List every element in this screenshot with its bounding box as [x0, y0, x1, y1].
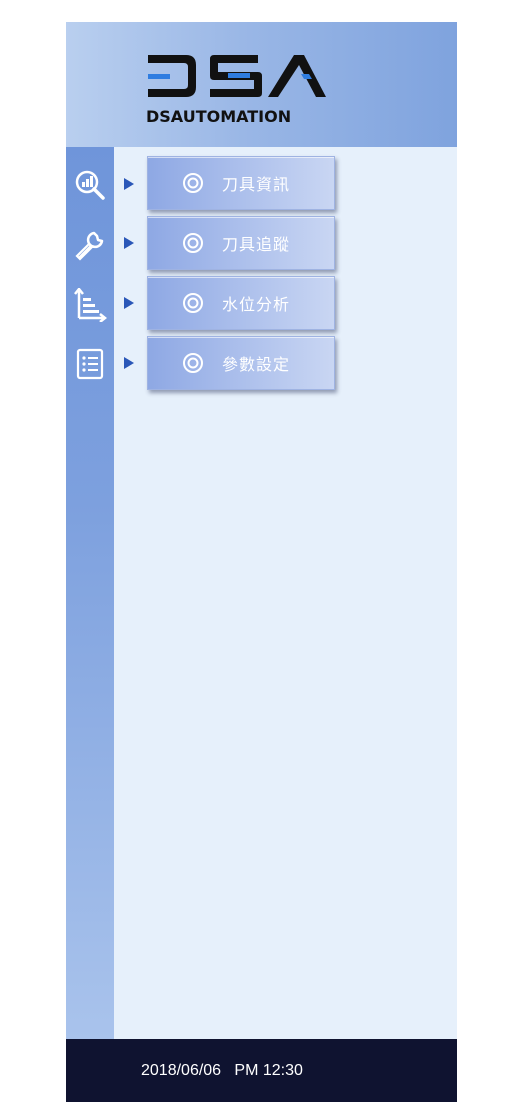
target-ring-icon — [182, 292, 204, 314]
menu-item-tool-tracking[interactable]: 刀具追蹤 — [147, 216, 335, 270]
status-bar: 2018/06/06 PM 12:30 — [66, 1039, 457, 1102]
bar-chart-icon[interactable] — [72, 287, 108, 323]
target-ring-icon — [182, 172, 204, 194]
expand-arrow-icon[interactable] — [124, 178, 134, 190]
menu-item-label: 刀具追蹤 — [222, 235, 291, 254]
sidebar — [66, 147, 114, 1039]
menu-item-label: 刀具資訊 — [222, 175, 291, 194]
menu-item-water-analysis[interactable]: 水位分析 — [147, 276, 335, 330]
target-ring-icon — [182, 232, 204, 254]
target-ring-icon — [182, 352, 204, 374]
brand-tagline: DSAUTOMATION — [146, 107, 292, 126]
wrench-icon[interactable] — [72, 227, 108, 263]
expand-arrow-icon[interactable] — [124, 297, 134, 309]
menu-item-label: 參數設定 — [222, 355, 291, 374]
datetime-display: 2018/06/06 PM 12:30 — [141, 1061, 303, 1079]
app-frame: DSAUTOMATION 刀具資訊 刀具追蹤 水位分析 參數設定 2018/06… — [66, 22, 457, 1102]
menu-item-parameter-settings[interactable]: 參數設定 — [147, 336, 335, 390]
menu-item-tool-info[interactable]: 刀具資訊 — [147, 156, 335, 210]
expand-arrow-icon[interactable] — [124, 357, 134, 369]
analytics-search-icon[interactable] — [72, 167, 108, 203]
checklist-icon[interactable] — [72, 346, 108, 382]
menu-item-label: 水位分析 — [222, 295, 291, 314]
expand-arrow-icon[interactable] — [124, 237, 134, 249]
header: DSAUTOMATION — [66, 22, 457, 147]
